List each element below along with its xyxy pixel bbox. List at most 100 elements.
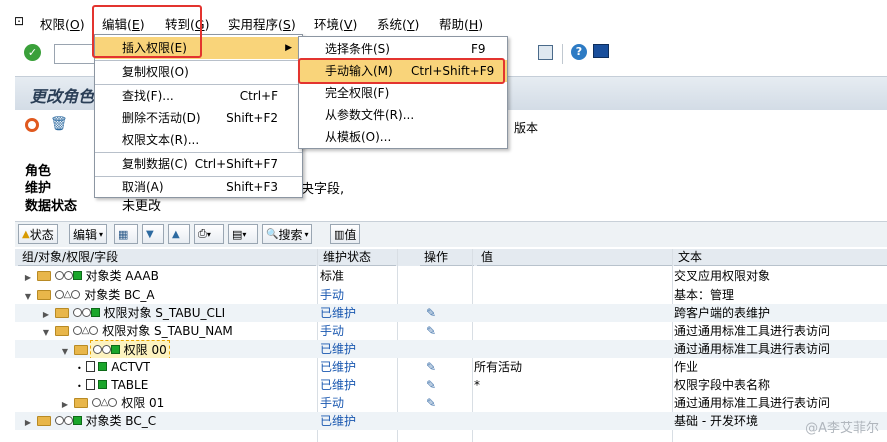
col-header-action[interactable]: 操作 [420, 249, 474, 266]
status-circle-icon [108, 398, 118, 407]
tree-row[interactable]: ▼ △ 权限对象 S_TABU_NAM 手动 ✎ 通过通用标准工具进行表访问 [15, 322, 887, 340]
trash-icon[interactable]: 🗑 [50, 116, 68, 132]
row-text: 交叉应用权限对象 [674, 269, 771, 283]
tree-row[interactable]: • TABLE 已维护 ✎ * 权限字段中表名称 [15, 376, 887, 394]
menu-authorization[interactable]: 权限(O) [40, 14, 85, 33]
collapse-arrow-icon[interactable]: ▼ [60, 343, 70, 358]
col-header-value[interactable]: 值 [477, 249, 672, 266]
tree-row[interactable]: ▶ 对象类 BC_C 已维护 基础 - 开发环境 [15, 412, 887, 430]
menu-item-delete-inactive[interactable]: 删除不活动(D) Shift+F2 [95, 107, 302, 129]
row-text: 通过通用标准工具进行表访问 [674, 342, 831, 356]
tree-row[interactable]: ▼ 权限 00 已维护 通过通用标准工具进行表访问 [15, 340, 887, 358]
search-button[interactable]: 🔍 搜索 ▾ [262, 224, 313, 244]
collapse-arrow-icon[interactable]: ▼ [23, 288, 33, 304]
maintain-action-icon[interactable]: ✎ [426, 304, 436, 322]
row-status: 手动 [320, 288, 345, 302]
search-icon: 🔍 [266, 228, 279, 240]
expand-arrow-icon[interactable]: ▶ [60, 396, 70, 412]
collapse-button[interactable]: ▼ [142, 224, 164, 244]
session-icon[interactable]: ⊡ [14, 14, 24, 28]
menu-tail: ) [352, 17, 358, 32]
layout-button[interactable]: ▤ ▾ [228, 224, 258, 244]
menu-help[interactable]: 帮助(H) [439, 14, 483, 33]
menu-item-find[interactable]: 查找(F)... Ctrl+F [95, 85, 302, 107]
page-title: 更改角色 [30, 87, 95, 106]
expand-button[interactable]: ▲ [168, 224, 190, 244]
expand-arrow-icon[interactable]: ▶ [23, 414, 33, 430]
menu-item-cancel[interactable]: 取消(A) Shift+F3 [95, 176, 302, 198]
status-circle-icon [91, 398, 101, 407]
tree-row[interactable]: ▶ 对象类 AAAB 标准 交叉应用权限对象 [15, 267, 887, 285]
col-header-text[interactable]: 文本 [674, 249, 887, 266]
edit-pencil-icon[interactable]: ✎ [426, 376, 436, 394]
expand-icon: ▲ [172, 228, 180, 240]
col-header-status[interactable]: 维护状态 [319, 249, 396, 266]
menu-item-selection-criteria[interactable]: 选择条件(S) F9 [299, 38, 507, 60]
status-circle-icon [63, 271, 73, 280]
status-circle-icon [63, 416, 73, 425]
menu-tail: ) [204, 17, 210, 32]
menu-item-copy-authorization[interactable]: 复制权限(O) [95, 61, 302, 83]
col-header-group[interactable]: 组/对象/权限/字段 [18, 249, 316, 266]
collapse-icon: ▼ [146, 228, 154, 240]
status-button[interactable]: ▲ 状态 [18, 224, 58, 244]
menu-key: O [69, 17, 80, 32]
row-name: TABLE [111, 378, 149, 392]
status-label: 数据状态 [25, 199, 78, 214]
maintain-label: 维护 [25, 181, 52, 196]
annotation-box-manual-entry [298, 58, 505, 84]
row-status: 已维护 [320, 342, 357, 356]
row-name: 对象类 BC_A [84, 288, 155, 302]
menu-system[interactable]: 系统(Y) [377, 14, 419, 33]
status-green-icon [72, 416, 82, 425]
row-status: 手动 [320, 396, 345, 410]
row-text: 跨客户端的表维护 [674, 306, 771, 320]
collapse-arrow-icon[interactable]: ▼ [41, 324, 51, 340]
menu-label: 实用程序( [228, 17, 283, 32]
row-status: 已维护 [320, 360, 357, 374]
expand-arrow-icon[interactable]: ▶ [41, 306, 51, 322]
status-green-icon [98, 380, 108, 389]
status-warning-icon: △ [63, 288, 72, 300]
folder-icon [54, 307, 69, 318]
status-circle-icon [54, 271, 64, 280]
menu-item-authorization-text[interactable]: 权限文本(R)... [95, 129, 302, 151]
status-green-icon [90, 308, 100, 317]
value-button-label: 值 [344, 227, 357, 242]
tree-row[interactable]: ▼ △ 对象类 BC_A 手动 基本：管理 [15, 286, 887, 304]
layout-icon[interactable] [538, 45, 553, 60]
submenu-arrow-icon: ▶ [285, 43, 292, 53]
grid-icon-button[interactable]: ▦ [114, 224, 138, 244]
menu-tail: ) [290, 17, 296, 32]
table-icon: ▤ [232, 227, 243, 241]
expand-arrow-icon[interactable]: ▶ [23, 269, 33, 285]
menu-item-full-authorization[interactable]: 完全权限(F) [299, 82, 507, 104]
print-icon: ⎙ [198, 227, 207, 240]
row-status: 已维护 [320, 414, 357, 428]
menu-utilities[interactable]: 实用程序(S) [228, 14, 296, 33]
tree-row[interactable]: ▶ △ 权限 01 手动 ✎ 通过通用标准工具进行表访问 [15, 394, 887, 412]
value-button[interactable]: ▥ 值 [330, 224, 361, 244]
status-button-label: 状态 [29, 227, 54, 242]
edit-button-label: 编辑 [73, 227, 98, 242]
tree-row[interactable]: ▶ 权限对象 S_TABU_CLI 已维护 ✎ 跨客户端的表维护 [15, 304, 887, 322]
watermark: @A李艾菲尔 [805, 421, 879, 436]
version-label[interactable]: 版本 [514, 119, 538, 136]
menu-environment[interactable]: 环境(V) [314, 14, 357, 33]
menu-item-from-template[interactable]: 从模板(O)... [299, 126, 507, 148]
help-icon[interactable]: ? [571, 44, 587, 60]
menu-item-copy-data[interactable]: 复制数据(C) Ctrl+Shift+F7 [95, 153, 302, 175]
print-button[interactable]: ⎙ ▾ [194, 224, 224, 244]
menu-item-from-profile[interactable]: 从参数文件(R)... [299, 104, 507, 126]
customize-layout-icon[interactable] [593, 44, 609, 58]
enter-check-icon[interactable]: ✓ [24, 44, 41, 61]
row-status: 已维护 [320, 306, 357, 320]
edit-pencil-icon[interactable]: ✎ [426, 358, 436, 376]
folder-open-icon [36, 289, 51, 300]
edit-button[interactable]: 编辑 ▾ [69, 224, 108, 244]
maintain-action-icon[interactable]: ✎ [426, 322, 436, 340]
tree-row[interactable]: • ACTVT 已维护 ✎ 所有活动 作业 [15, 358, 887, 376]
bullet-icon: • [77, 382, 82, 391]
life-ring-icon[interactable] [25, 118, 39, 132]
maintain-action-icon[interactable]: ✎ [426, 394, 436, 412]
